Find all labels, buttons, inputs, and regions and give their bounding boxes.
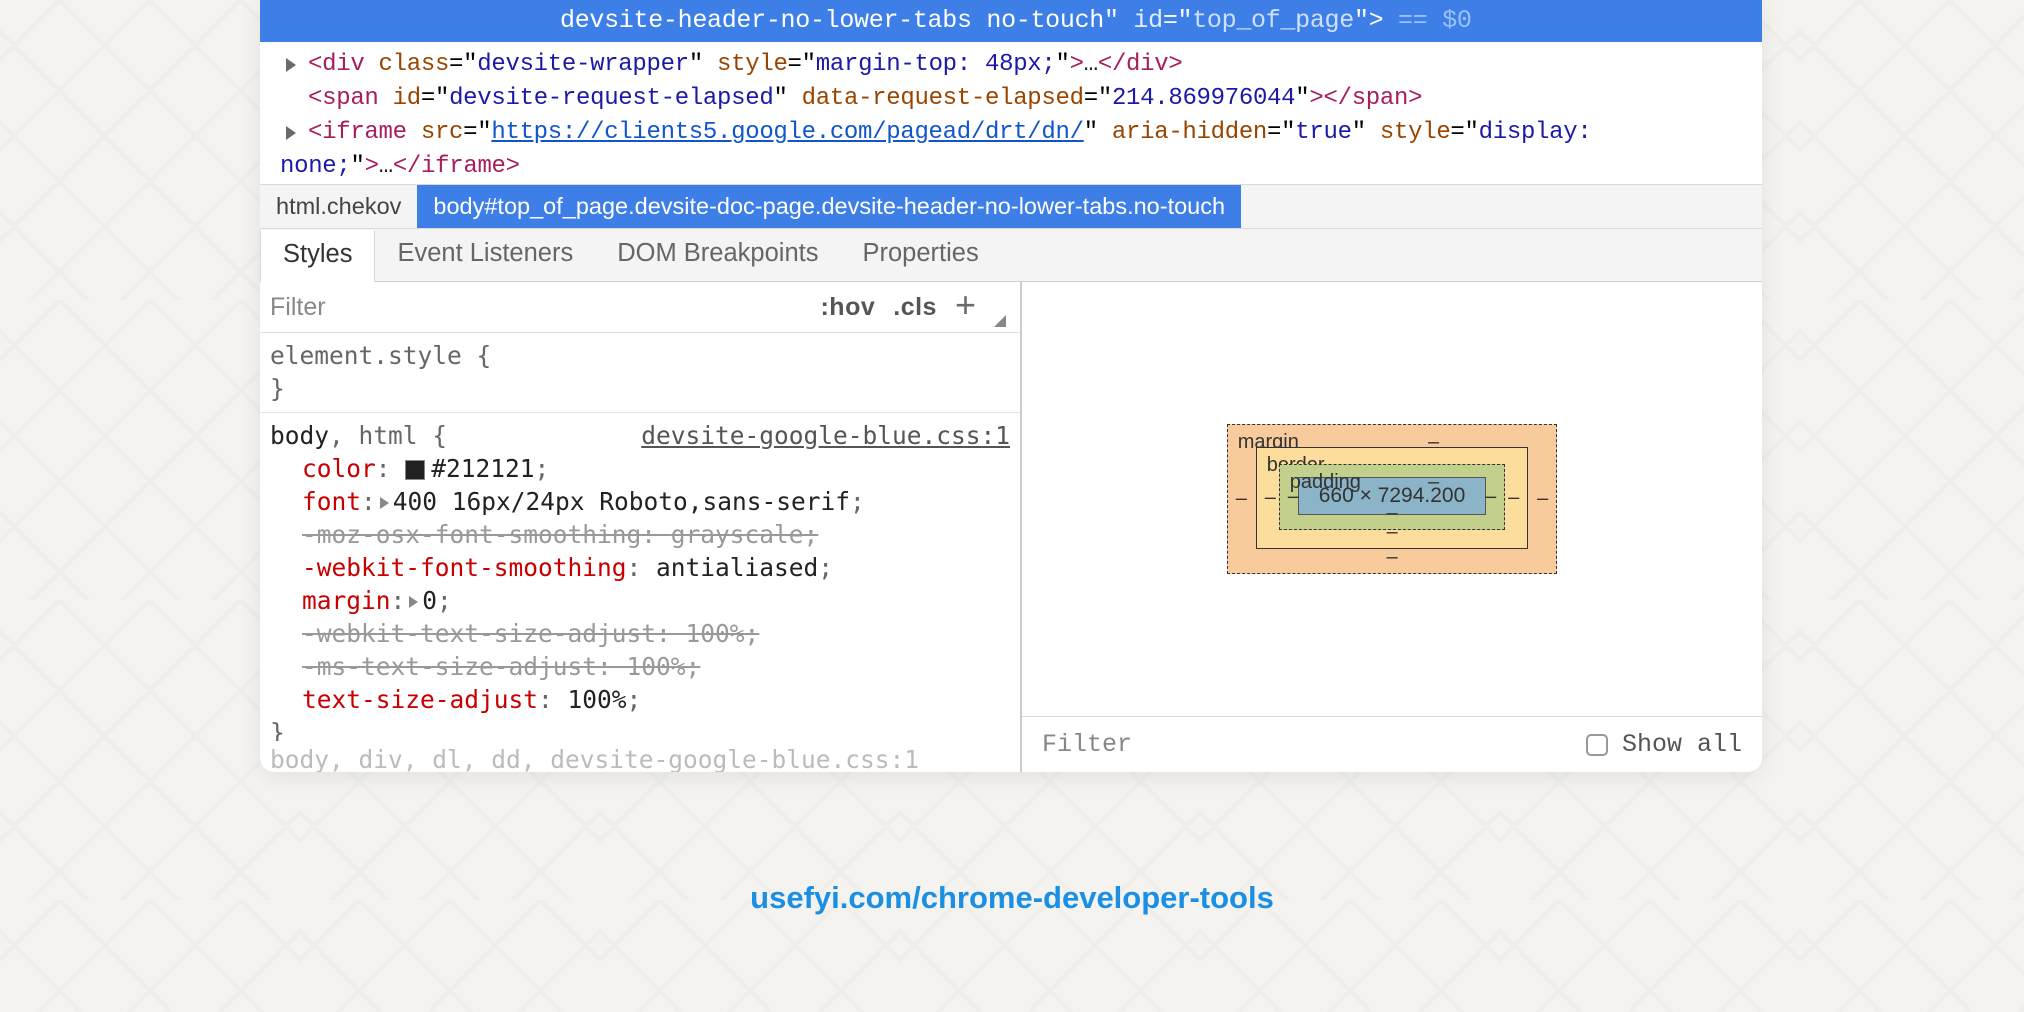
breadcrumb: html.chekov body#top_of_page.devsite-doc… <box>260 184 1762 228</box>
computed-filter-input[interactable]: Filter <box>1042 730 1132 759</box>
dom-tree-panel: devsite-header-no-lower-tabs no-touch" i… <box>260 0 1762 184</box>
rule-source-link[interactable]: devsite-google-blue.css:1 <box>641 419 1010 452</box>
breadcrumb-body[interactable]: body#top_of_page.devsite-doc-page.devsit… <box>417 185 1241 228</box>
computed-filter-row: Filter Show all <box>1022 716 1762 772</box>
rule-body-html[interactable]: devsite-google-blue.css:1 body, html { c… <box>260 413 1020 741</box>
show-all-label: Show all <box>1622 730 1742 759</box>
show-all-checkbox[interactable] <box>1586 734 1608 756</box>
box-label-padding: padding <box>1290 471 1361 494</box>
cls-toggle[interactable]: .cls <box>893 293 937 322</box>
dom-selection-indicator: == $0 <box>1383 6 1471 35</box>
styles-filter-input[interactable]: Filter <box>270 293 326 322</box>
tab-dom-breakpoints[interactable]: DOM Breakpoints <box>595 229 840 281</box>
breadcrumb-html[interactable]: html.chekov <box>260 185 417 228</box>
styles-panel: Filter :hov .cls + element.style { } dev… <box>260 282 1022 772</box>
tab-properties[interactable]: Properties <box>840 229 1000 281</box>
box-model-diagram[interactable]: margin – – – – border – – – – padding – <box>1022 282 1762 716</box>
caption-link[interactable]: usefyi.com/chrome-developer-tools <box>0 880 2024 916</box>
resize-corner-icon[interactable] <box>994 315 1006 327</box>
rule-peek: body, div, dl, dd, devsite-google-blue.c… <box>260 741 1020 772</box>
expand-shorthand-icon[interactable] <box>380 497 389 509</box>
dom-selected-text: devsite-header-no-lower-tabs no-touch" i… <box>560 6 1383 35</box>
dom-row-iframe-cont[interactable]: none;">…</iframe> <box>280 150 1742 184</box>
new-rule-button[interactable]: + <box>955 295 976 315</box>
dom-selected-row[interactable]: devsite-header-no-lower-tabs no-touch" i… <box>260 0 1762 42</box>
dom-row-iframe[interactable]: <iframe src="https://clients5.google.com… <box>280 116 1742 150</box>
dom-row-div[interactable]: <div class="devsite-wrapper" style="marg… <box>280 48 1742 82</box>
hov-toggle[interactable]: :hov <box>820 293 875 322</box>
expand-toggle-icon[interactable] <box>286 58 296 72</box>
tab-event-listeners[interactable]: Event Listeners <box>375 229 595 281</box>
dom-row-span[interactable]: <span id="devsite-request-elapsed" data-… <box>280 82 1742 116</box>
tab-styles[interactable]: Styles <box>260 230 375 282</box>
devtools-window: devsite-header-no-lower-tabs no-touch" i… <box>260 0 1762 772</box>
styles-tabbar: Styles Event Listeners DOM Breakpoints P… <box>260 228 1762 282</box>
expand-toggle-icon[interactable] <box>286 126 296 140</box>
computed-panel: margin – – – – border – – – – padding – <box>1022 282 1762 772</box>
rule-element-style[interactable]: element.style { } <box>260 333 1020 412</box>
expand-shorthand-icon[interactable] <box>409 596 418 608</box>
color-swatch-icon[interactable] <box>405 460 425 480</box>
styles-filter-row: Filter :hov .cls + <box>260 282 1020 333</box>
